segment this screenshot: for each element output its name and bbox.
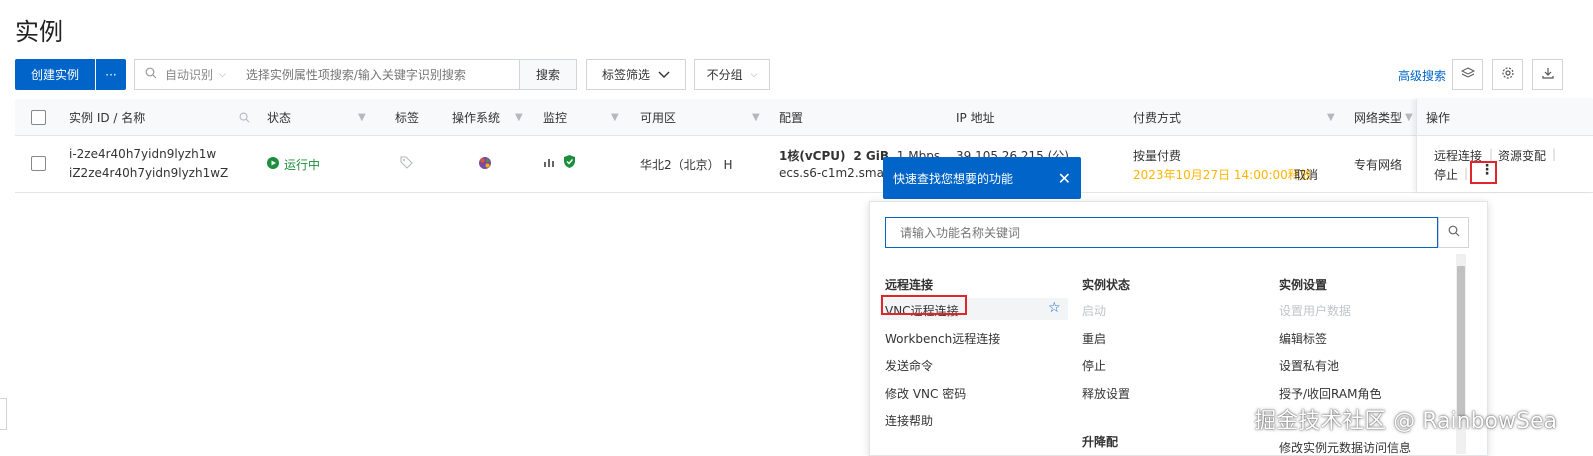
menu-item-release[interactable]: 释放设置 (1082, 385, 1130, 402)
chevron-down-icon: ⌵ (750, 69, 758, 80)
more-actions-button[interactable]: ··· (96, 59, 126, 90)
menu-group-settings: 实例设置 (1279, 278, 1328, 292)
separator: | (1552, 147, 1557, 161)
search-icon (1448, 225, 1460, 240)
billing-type: 按量付费 (1133, 149, 1182, 163)
chevron-down-icon (658, 68, 670, 82)
filter-icon[interactable]: ▼ (1405, 99, 1413, 135)
header-network: 网络类型 (1354, 110, 1403, 125)
scrollbar-thumb[interactable] (1457, 266, 1465, 416)
shield-icon[interactable] (563, 154, 576, 172)
menu-group-status: 实例状态 (1082, 278, 1131, 292)
header-actions: 操作 (1426, 110, 1451, 125)
menu-item-workbench[interactable]: Workbench远程连接 (885, 330, 1000, 347)
menu-item-vnc-password[interactable]: 修改 VNC 密码 (885, 385, 966, 402)
search-mode-label: 自动识别 (165, 68, 214, 82)
header-ip: IP 地址 (956, 110, 995, 125)
menu-group-remote: 远程连接 (885, 278, 934, 292)
download-icon (1541, 66, 1555, 83)
filter-icon[interactable]: ▼ (515, 99, 523, 135)
header-status: 状态 (267, 110, 292, 125)
config-type-link[interactable]: ecs.s6-c1m2.small (779, 166, 891, 180)
advanced-search-link[interactable]: 高级搜索 (1398, 67, 1446, 84)
menu-item-edit-tags[interactable]: 编辑标签 (1279, 330, 1327, 347)
search-input[interactable] (243, 66, 508, 83)
status-text: 运行中 (284, 158, 321, 172)
group-label: 不分组 (706, 68, 743, 82)
search-icon (145, 67, 157, 82)
menu-item-restart[interactable]: 重启 (1082, 330, 1106, 347)
header-tag: 标签 (395, 110, 420, 125)
filter-icon[interactable]: ▼ (1327, 99, 1335, 135)
config-cpu: 1核(vCPU) (779, 149, 846, 163)
zone-text: 华北2（北京） H (640, 158, 733, 172)
function-search-button[interactable] (1438, 217, 1469, 248)
vnc-highlight (881, 295, 967, 315)
os-icon (478, 156, 492, 173)
menu-item-send-command[interactable]: 发送命令 (885, 357, 933, 374)
resource-change-link[interactable]: 资源变配 (1498, 147, 1546, 164)
function-search-input[interactable] (898, 224, 1402, 241)
search-icon[interactable] (239, 99, 250, 135)
instance-name: iZ2ze4r40h7yidn9lyzh1wZ (69, 166, 229, 180)
menu-item-connect-help[interactable]: 连接帮助 (885, 412, 933, 429)
star-icon[interactable]: ☆ (1048, 300, 1061, 316)
release-time: 2023年10月27日 14:00:00释放 (1133, 168, 1312, 182)
gear-icon (1501, 66, 1515, 83)
page-title: 实例 (15, 18, 63, 46)
menu-item-ram-role[interactable]: 授予/收回RAM角色 (1279, 385, 1381, 402)
header-zone: 可用区 (640, 110, 677, 125)
cancel-release-link[interactable]: 取消 (1294, 166, 1318, 183)
settings-button[interactable] (1492, 59, 1523, 90)
header-billing: 付费方式 (1133, 110, 1182, 125)
create-instance-button[interactable]: 创建实例 (15, 59, 95, 90)
search-button[interactable]: 搜索 (520, 59, 577, 90)
close-icon[interactable]: ✕ (1058, 169, 1071, 188)
separator: | (1489, 147, 1494, 161)
filter-icon[interactable]: ▼ (358, 99, 366, 135)
search-box: 自动识别 ⌵ (134, 59, 520, 90)
chart-icon[interactable] (543, 156, 555, 171)
quick-find-tip-text: 快速查找您想要的功能 (893, 171, 1014, 186)
instance-id-link[interactable]: i-2ze4r40h7yidn9lyzh1w (69, 147, 216, 161)
tag-filter-select[interactable]: 标签筛选 (586, 59, 686, 90)
group-select[interactable]: 不分组 ⌵ (694, 59, 770, 90)
filter-icon[interactable]: ▼ (752, 99, 760, 135)
menu-item-stop[interactable]: 停止 (1082, 357, 1106, 374)
header-monitor: 监控 (543, 110, 568, 125)
running-icon (267, 157, 279, 172)
function-search-box (885, 217, 1438, 248)
layers-button[interactable] (1452, 59, 1483, 90)
tag-filter-label: 标签筛选 (601, 68, 650, 82)
download-button[interactable] (1532, 59, 1563, 90)
menu-item-start: 启动 (1082, 304, 1107, 318)
quick-find-tip: 快速查找您想要的功能 ✕ (883, 157, 1081, 199)
side-tab[interactable] (0, 398, 7, 430)
header-os: 操作系统 (452, 110, 501, 125)
separator: | (1464, 166, 1469, 180)
status-badge: 运行中 (267, 156, 320, 173)
filter-icon[interactable]: ▼ (611, 99, 619, 135)
menu-group-resize: 升降配 (1082, 435, 1119, 449)
more-options-icon[interactable]: ⋮ (1480, 162, 1494, 178)
layers-icon (1460, 66, 1475, 83)
select-all-checkbox[interactable] (31, 99, 46, 135)
chevron-down-icon: ⌵ (219, 69, 226, 80)
header-config: 配置 (779, 110, 804, 125)
menu-item-user-data: 设置用户数据 (1279, 304, 1352, 318)
watermark: 掘金技术社区 @ RainbowSea (1254, 409, 1557, 434)
menu-item-metadata[interactable]: 修改实例元数据访问信息 (1279, 439, 1411, 456)
tag-icon[interactable] (400, 156, 413, 172)
network-type: 专有网络 (1354, 158, 1403, 172)
header-instance: 实例 ID / 名称 (69, 110, 146, 125)
search-mode-select[interactable]: 自动识别 ⌵ (165, 66, 226, 83)
menu-item-private-pool[interactable]: 设置私有池 (1279, 357, 1339, 374)
row-checkbox[interactable] (31, 156, 46, 171)
stop-link[interactable]: 停止 (1434, 166, 1458, 183)
